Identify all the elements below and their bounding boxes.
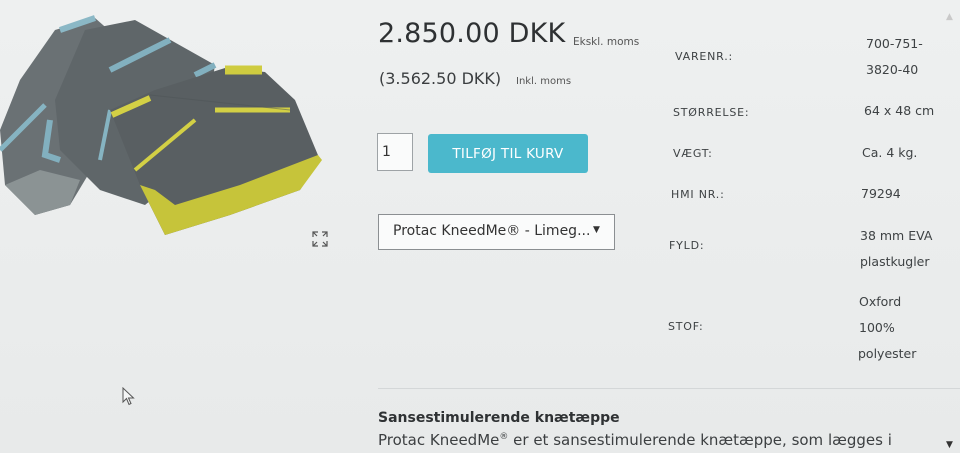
spec-label-fabric: STOF: xyxy=(668,320,704,333)
scroll-up-arrow-icon[interactable]: ▲ xyxy=(946,12,953,22)
price-incl-vat-label: Inkl. moms xyxy=(516,76,572,87)
spec-label-item-number: VARENR.: xyxy=(675,50,734,63)
spec-value-fabric-line3: polyester xyxy=(858,346,917,361)
spec-value-item-number-line2: 3820-40 xyxy=(866,62,919,77)
scroll-down-arrow-icon[interactable]: ▼ xyxy=(946,440,953,450)
variant-select[interactable]: Protac KneedMe® - Limeg... xyxy=(378,214,615,250)
price-excl-vat: 2.850.00 DKK xyxy=(378,18,566,49)
spec-label-size: STØRRELSE: xyxy=(673,106,750,119)
product-image[interactable] xyxy=(0,10,330,245)
price-incl-vat: (3.562.50 DKK) xyxy=(379,69,502,88)
add-to-cart-button[interactable]: TILFØJ TIL KURV xyxy=(428,134,588,173)
quantity-input[interactable] xyxy=(377,133,413,171)
spec-label-weight: VÆGT: xyxy=(673,147,713,160)
spec-value-weight: Ca. 4 kg. xyxy=(862,145,918,160)
description-title: Sansestimulerende knætæppe xyxy=(378,410,620,426)
spec-value-size: 64 x 48 cm xyxy=(864,103,935,118)
spec-value-filling-line2: plastkugler xyxy=(860,254,930,269)
chevron-down-icon[interactable]: ▼ xyxy=(593,225,600,235)
mouse-cursor-icon xyxy=(122,386,136,411)
price-excl-vat-label: Ekskl. moms xyxy=(573,36,640,48)
description-text: Protac KneedMe® er et sansestimulerende … xyxy=(378,431,892,449)
variant-select-value: Protac KneedMe® - Limeg... xyxy=(393,223,591,239)
description-text-rest: er et sansestimulerende knætæppe, som læ… xyxy=(508,431,892,449)
product-page: 2.850.00 DKK Ekskl. moms (3.562.50 DKK) … xyxy=(0,0,960,453)
spec-value-fabric-line1: Oxford xyxy=(859,294,902,309)
spec-label-filling: FYLD: xyxy=(669,239,705,252)
section-divider xyxy=(378,388,960,389)
spec-label-hmi-number: HMI NR.: xyxy=(671,188,725,201)
description-text-start: Protac KneedMe xyxy=(378,431,500,449)
spec-value-filling-line1: 38 mm EVA xyxy=(860,228,933,243)
spec-value-item-number-line1: 700-751- xyxy=(866,36,923,51)
spec-value-hmi-number: 79294 xyxy=(861,186,901,201)
expand-icon[interactable] xyxy=(311,230,329,248)
spec-value-fabric-line2: 100% xyxy=(859,320,895,335)
